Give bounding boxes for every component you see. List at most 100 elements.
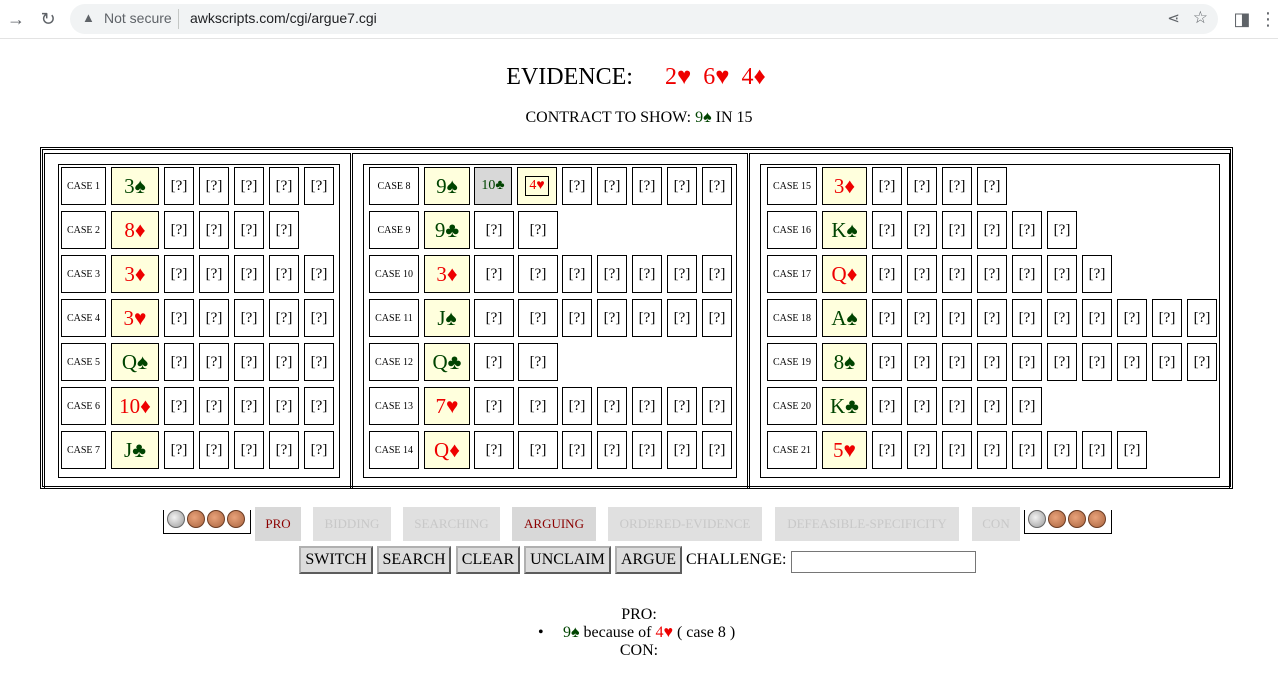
- unknown-card[interactable]: [?]: [942, 255, 972, 293]
- unknown-card[interactable]: [?]: [269, 167, 299, 205]
- unknown-card[interactable]: [?]: [234, 167, 264, 205]
- case-label[interactable]: CASE 15: [767, 167, 817, 205]
- case-card[interactable]: 10♦: [111, 387, 159, 425]
- unknown-card[interactable]: [?]: [632, 299, 662, 337]
- unknown-card[interactable]: [?]: [474, 299, 514, 337]
- case-label[interactable]: CASE 13: [369, 387, 419, 425]
- unknown-card[interactable]: [?]: [1082, 255, 1112, 293]
- unknown-card[interactable]: [?]: [199, 255, 229, 293]
- unknown-card[interactable]: [?]: [667, 387, 697, 425]
- unknown-card[interactable]: [?]: [304, 167, 334, 205]
- case-label[interactable]: CASE 20: [767, 387, 817, 425]
- case-label[interactable]: CASE 11: [369, 299, 419, 337]
- unknown-card[interactable]: [?]: [1117, 343, 1147, 381]
- unknown-card[interactable]: [?]: [977, 211, 1007, 249]
- unknown-card[interactable]: [?]: [164, 167, 194, 205]
- case-card[interactable]: 9♣: [424, 211, 470, 249]
- case-card[interactable]: K♣: [822, 387, 867, 425]
- case-card[interactable]: J♣: [111, 431, 159, 469]
- unknown-card[interactable]: [?]: [518, 343, 558, 381]
- unknown-card[interactable]: [?]: [667, 299, 697, 337]
- unknown-card[interactable]: [?]: [304, 255, 334, 293]
- case-label[interactable]: CASE 18: [767, 299, 817, 337]
- unknown-card[interactable]: [?]: [199, 431, 229, 469]
- unknown-card[interactable]: [?]: [597, 167, 627, 205]
- unknown-card[interactable]: [?]: [1152, 299, 1182, 337]
- unknown-card[interactable]: [?]: [518, 211, 558, 249]
- unknown-card[interactable]: [?]: [518, 255, 558, 293]
- case-label[interactable]: CASE 19: [767, 343, 817, 381]
- unknown-card[interactable]: [?]: [234, 255, 264, 293]
- unknown-card[interactable]: [?]: [562, 431, 592, 469]
- warning-icon[interactable]: ▲: [82, 10, 95, 25]
- unknown-card[interactable]: [?]: [164, 211, 194, 249]
- unknown-card[interactable]: [?]: [199, 299, 229, 337]
- unclaim-button[interactable]: UNCLAIM: [524, 546, 611, 574]
- unknown-card[interactable]: [?]: [164, 387, 194, 425]
- unknown-card[interactable]: [?]: [474, 387, 514, 425]
- unknown-card[interactable]: [?]: [304, 431, 334, 469]
- unknown-card[interactable]: [?]: [872, 343, 902, 381]
- case-label[interactable]: CASE 12: [369, 343, 419, 381]
- unknown-card[interactable]: [?]: [667, 255, 697, 293]
- challenge-input[interactable]: [791, 551, 976, 573]
- case-card[interactable]: 3♦: [822, 167, 867, 205]
- unknown-card[interactable]: [?]: [1082, 299, 1112, 337]
- case-card[interactable]: 7♥: [424, 387, 470, 425]
- bookmark-star-icon[interactable]: ☆: [1193, 8, 1208, 28]
- unknown-card[interactable]: [?]: [518, 387, 558, 425]
- menu-icon[interactable]: ⋮: [1256, 7, 1278, 31]
- unknown-card[interactable]: [?]: [702, 299, 732, 337]
- case-card[interactable]: K♠: [822, 211, 867, 249]
- case-card[interactable]: 9♠: [424, 167, 470, 205]
- unknown-card[interactable]: [?]: [942, 211, 972, 249]
- case-card[interactable]: Q♠: [111, 343, 159, 381]
- case-card[interactable]: Q♦: [424, 431, 470, 469]
- unknown-card[interactable]: [?]: [1047, 211, 1077, 249]
- case-card[interactable]: 3♥: [111, 299, 159, 337]
- unknown-card[interactable]: [?]: [1082, 343, 1112, 381]
- unknown-card[interactable]: [?]: [632, 431, 662, 469]
- case-label[interactable]: CASE 9: [369, 211, 419, 249]
- case-card[interactable]: Q♦: [822, 255, 867, 293]
- unknown-card[interactable]: [?]: [269, 299, 299, 337]
- unknown-card[interactable]: [?]: [269, 431, 299, 469]
- unknown-card[interactable]: [?]: [1012, 211, 1042, 249]
- unknown-card[interactable]: [?]: [474, 255, 514, 293]
- unknown-card[interactable]: [?]: [1012, 255, 1042, 293]
- unknown-card[interactable]: [?]: [1012, 387, 1042, 425]
- unknown-card[interactable]: [?]: [907, 431, 937, 469]
- unknown-card[interactable]: [?]: [474, 431, 514, 469]
- search-button[interactable]: SEARCH: [377, 546, 451, 574]
- case-label[interactable]: CASE 6: [61, 387, 106, 425]
- unknown-card[interactable]: [?]: [667, 431, 697, 469]
- case-label[interactable]: CASE 17: [767, 255, 817, 293]
- unknown-card[interactable]: [?]: [269, 211, 299, 249]
- unknown-card[interactable]: [?]: [269, 343, 299, 381]
- case-card[interactable]: 8♦: [111, 211, 159, 249]
- unknown-card[interactable]: [?]: [1187, 299, 1217, 337]
- unknown-card[interactable]: [?]: [1012, 431, 1042, 469]
- unknown-card[interactable]: [?]: [872, 167, 902, 205]
- unknown-card[interactable]: [?]: [199, 211, 229, 249]
- unknown-card[interactable]: [?]: [1187, 343, 1217, 381]
- switch-button[interactable]: SWITCH: [299, 546, 373, 574]
- unknown-card[interactable]: [?]: [942, 387, 972, 425]
- case-label[interactable]: CASE 2: [61, 211, 106, 249]
- unknown-card[interactable]: [?]: [562, 167, 592, 205]
- case-card[interactable]: 8♠: [822, 343, 867, 381]
- unknown-card[interactable]: [?]: [1047, 299, 1077, 337]
- unknown-card[interactable]: [?]: [942, 167, 972, 205]
- unknown-card[interactable]: [?]: [1012, 343, 1042, 381]
- unknown-card[interactable]: [?]: [199, 167, 229, 205]
- unknown-card[interactable]: [?]: [872, 211, 902, 249]
- case-label[interactable]: CASE 5: [61, 343, 106, 381]
- unknown-card[interactable]: [?]: [597, 255, 627, 293]
- case-label[interactable]: CASE 8: [369, 167, 419, 205]
- unknown-card[interactable]: [?]: [872, 387, 902, 425]
- case-label[interactable]: CASE 3: [61, 255, 106, 293]
- case-label[interactable]: CASE 4: [61, 299, 106, 337]
- unknown-card[interactable]: [?]: [597, 299, 627, 337]
- case-card[interactable]: 5♥: [822, 431, 867, 469]
- unknown-card[interactable]: [?]: [907, 387, 937, 425]
